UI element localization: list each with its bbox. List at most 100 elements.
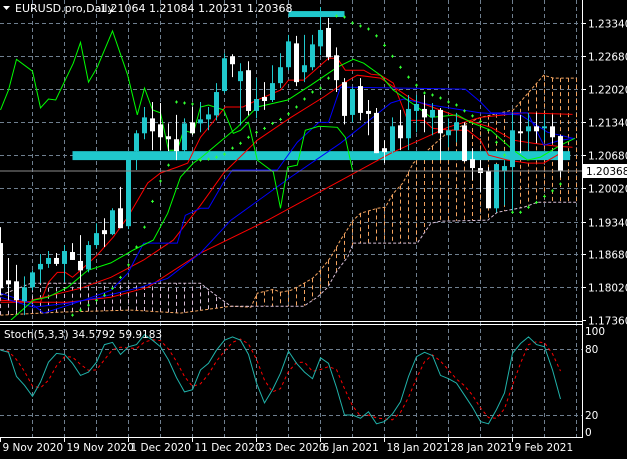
candle bbox=[294, 35, 299, 87]
candle-body bbox=[182, 123, 187, 151]
candle-body bbox=[334, 55, 339, 81]
time-tick-label: 18 Jan 2021 bbox=[387, 442, 450, 454]
candle-body bbox=[350, 89, 355, 115]
price-tick-label: 1.22020 bbox=[588, 85, 627, 97]
candle bbox=[486, 167, 491, 209]
candle-body bbox=[422, 108, 427, 118]
candle-body bbox=[166, 136, 171, 140]
candle-body bbox=[0, 243, 3, 289]
candle-body bbox=[62, 251, 67, 264]
candle-body bbox=[390, 126, 395, 152]
price-tick-label: 1.18680 bbox=[588, 250, 627, 262]
time-tick-label: 1 Dec 2020 bbox=[131, 442, 191, 454]
candle-body bbox=[126, 158, 131, 227]
candle-body bbox=[518, 131, 523, 134]
candle-body bbox=[454, 122, 459, 131]
support-band[interactable] bbox=[72, 151, 571, 161]
candle-body bbox=[366, 110, 371, 114]
candle-body bbox=[310, 44, 315, 68]
candle bbox=[374, 107, 379, 154]
candle-body bbox=[46, 257, 51, 264]
candle-body bbox=[318, 29, 323, 47]
candle-body bbox=[54, 257, 59, 264]
candle-body bbox=[358, 86, 363, 113]
candle-body bbox=[22, 287, 27, 302]
candle-body bbox=[86, 245, 91, 270]
candle-body bbox=[150, 118, 155, 132]
price-tick-label: 1.21340 bbox=[588, 118, 627, 130]
candle bbox=[182, 118, 187, 153]
candle-body bbox=[414, 103, 419, 111]
candle-body bbox=[486, 171, 491, 209]
candle-body bbox=[342, 82, 347, 116]
candle-body bbox=[558, 136, 563, 171]
price-tick-label: 1.20020 bbox=[588, 184, 627, 196]
candle bbox=[110, 208, 115, 236]
price-chart[interactable]: 1.23340 1.22680 1.22020 1.21340 1.20680 1.200… bbox=[0, 0, 627, 459]
candle-body bbox=[470, 159, 475, 169]
candle-body bbox=[246, 70, 251, 111]
candle-body bbox=[110, 210, 115, 235]
candle-body bbox=[534, 126, 539, 132]
candle-body bbox=[262, 97, 267, 101]
price-tick-label: 1.23340 bbox=[588, 19, 627, 31]
candle-body bbox=[542, 126, 547, 129]
time-tick-label: 28 Jan 2021 bbox=[451, 442, 514, 454]
candle-body bbox=[374, 112, 379, 154]
candle-body bbox=[30, 272, 35, 288]
candle-body bbox=[326, 27, 331, 58]
candle-body bbox=[430, 109, 435, 118]
price-tick-label: 1.18020 bbox=[588, 283, 627, 295]
candle-body bbox=[550, 126, 555, 138]
chart-background bbox=[0, 0, 627, 459]
candle-body bbox=[446, 130, 451, 136]
stoch-label: Stoch(5,3,3) 34.5792 59.9183 bbox=[4, 329, 162, 341]
candle-body bbox=[286, 41, 291, 68]
candle-body bbox=[510, 130, 515, 168]
price-tick-label: 1.19340 bbox=[588, 218, 627, 230]
candle-body bbox=[70, 252, 75, 260]
candle-body bbox=[158, 124, 163, 138]
candle-body bbox=[14, 281, 19, 301]
ohlc-readout: 1.21064 1.21084 1.20231 1.20368 bbox=[100, 2, 292, 15]
candle-body bbox=[254, 99, 259, 111]
stoch-tick-label: 100 bbox=[585, 326, 605, 338]
candle bbox=[462, 122, 467, 163]
candle-body bbox=[526, 126, 531, 132]
price-tick-label: 1.22680 bbox=[588, 52, 627, 64]
time-tick-label: 9 Nov 2020 bbox=[3, 442, 64, 454]
candle-body bbox=[502, 166, 507, 172]
candle-body bbox=[406, 108, 411, 139]
time-tick-label: 6 Jan 2021 bbox=[323, 442, 379, 454]
candle-body bbox=[438, 109, 443, 134]
candle-body bbox=[398, 125, 403, 139]
time-tick-label: 9 Feb 2021 bbox=[515, 442, 574, 454]
candle-body bbox=[94, 233, 99, 246]
candle-body bbox=[6, 280, 11, 285]
stoch-tick-label: 20 bbox=[585, 410, 598, 422]
candle-body bbox=[118, 208, 123, 229]
candle bbox=[126, 152, 131, 230]
time-tick-label: 19 Nov 2020 bbox=[67, 442, 134, 454]
time-tick-label: 11 Dec 2020 bbox=[195, 442, 262, 454]
candle-body bbox=[78, 260, 83, 271]
candle-body bbox=[382, 148, 387, 153]
candle-body bbox=[102, 230, 107, 235]
candle-body bbox=[214, 92, 219, 116]
candle-body bbox=[302, 65, 307, 73]
stoch-tick-label: 80 bbox=[585, 344, 598, 356]
candle-body bbox=[294, 43, 299, 83]
price-tick-label: 1.20680 bbox=[588, 151, 627, 163]
candle-body bbox=[222, 58, 227, 92]
candle-body bbox=[142, 117, 147, 134]
candle-body bbox=[198, 119, 203, 124]
stoch-tick-label: 0 bbox=[585, 427, 592, 439]
candle-body bbox=[270, 83, 275, 100]
candle bbox=[86, 241, 91, 273]
candle-body bbox=[38, 263, 43, 270]
time-tick-label: 23 Dec 2020 bbox=[259, 442, 326, 454]
candle-body bbox=[134, 133, 139, 152]
candle-body bbox=[206, 114, 211, 120]
candle-body bbox=[190, 122, 195, 134]
candle bbox=[222, 53, 227, 94]
